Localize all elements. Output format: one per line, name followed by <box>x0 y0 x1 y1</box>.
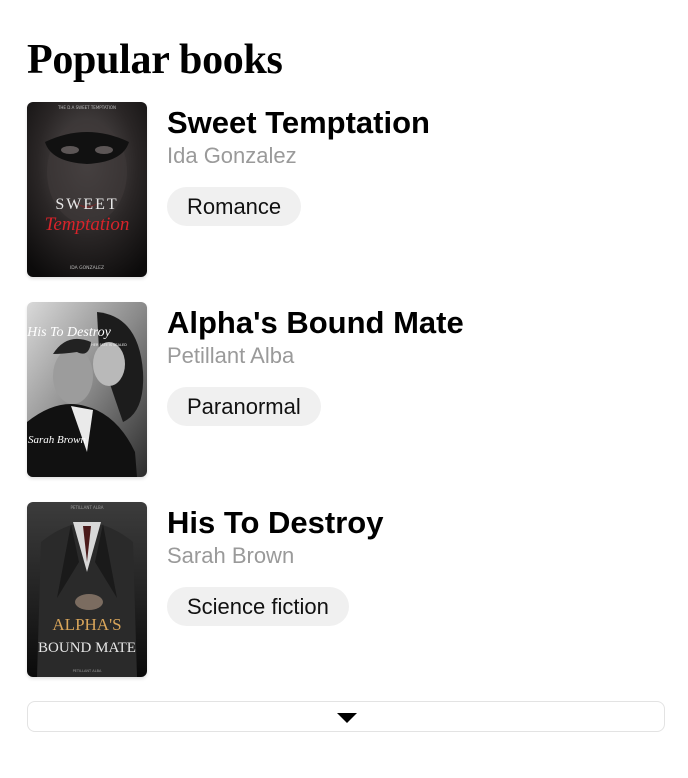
book-title[interactable]: Alpha's Bound Mate <box>167 304 464 342</box>
book-cover[interactable]: THE D.A SWEET TEMPTATION SWEET Temptatio… <box>27 102 147 277</box>
book-cover[interactable]: PETILLANT ALBA ALPHA'S BOUND MATE PETILL… <box>27 502 147 677</box>
cover-title-line1: SWEET <box>55 196 118 213</box>
book-item[interactable]: THE D.A SWEET TEMPTATION SWEET Temptatio… <box>27 102 667 282</box>
genre-chip[interactable]: Science fiction <box>167 587 349 626</box>
book-item[interactable]: PETILLANT ALBA ALPHA'S BOUND MATE PETILL… <box>27 502 667 682</box>
cover-top-text: THE D.A SWEET TEMPTATION <box>57 105 116 110</box>
cover-top-text: PETILLANT ALBA <box>71 505 104 510</box>
cover-bottom-text: PETILLANT ALBA <box>73 669 102 673</box>
book-author: Sarah Brown <box>167 543 295 568</box>
book-title[interactable]: His To Destroy <box>167 504 383 542</box>
cover-author-text: IDA GONZALEZ <box>70 265 104 271</box>
book-cover[interactable]: His To Destroy HER FATE IS SEALED Sarah … <box>27 302 147 477</box>
genre-chip[interactable]: Romance <box>167 187 302 226</box>
cover-subtitle-text: HER FATE IS SEALED <box>91 343 127 347</box>
book-author: Ida Gonzalez <box>167 143 297 168</box>
section-title: Popular books <box>27 37 283 83</box>
cover-title-text: His To Destroy <box>27 325 112 340</box>
book-author: Petillant Alba <box>167 343 295 368</box>
caret-down-icon <box>337 713 357 723</box>
cover-title-line2: Temptation <box>45 214 130 235</box>
cover-title-line2: BOUND MATE <box>38 640 136 656</box>
cover-author-text: Sarah Brown <box>28 434 86 446</box>
show-more-button[interactable] <box>27 701 665 732</box>
cover-title-line1: ALPHA'S <box>52 615 121 634</box>
book-title[interactable]: Sweet Temptation <box>167 104 430 142</box>
genre-chip[interactable]: Paranormal <box>167 387 321 426</box>
book-item[interactable]: His To Destroy HER FATE IS SEALED Sarah … <box>27 302 667 482</box>
